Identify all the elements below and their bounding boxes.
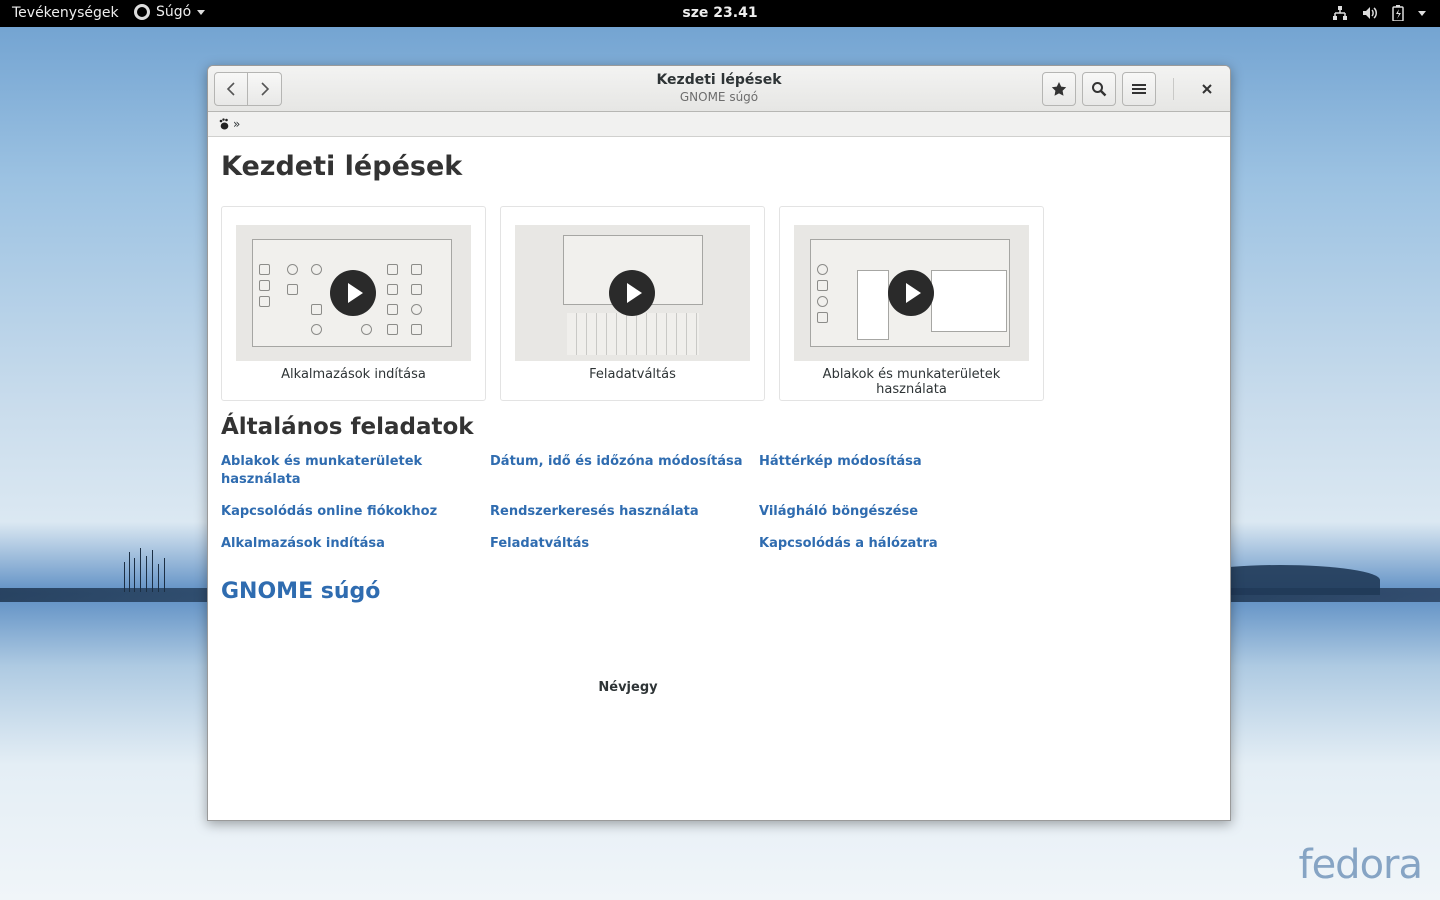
tasks-heading: Általános feladatok (221, 414, 474, 440)
system-status-area[interactable] (1332, 5, 1426, 21)
navigation-buttons (214, 72, 282, 106)
task-link[interactable]: Ablakok és munkaterületek használata (221, 453, 490, 489)
search-icon (1092, 82, 1107, 97)
task-link[interactable]: Világháló böngészése (759, 503, 1028, 521)
fedora-logo: fedora (1298, 842, 1423, 888)
breadcrumb: » (208, 112, 1230, 137)
back-icon (226, 82, 235, 96)
chevron-down-icon (197, 9, 206, 15)
task-link[interactable]: Háttérkép módosítása (759, 453, 1028, 489)
play-icon[interactable] (609, 270, 655, 316)
breadcrumb-separator: » (233, 117, 241, 131)
app-menu-button[interactable]: Súgó (134, 4, 206, 20)
video-label: Alkalmazások indítása (281, 367, 426, 382)
help-window: Kezdeti lépések GNOME súgó » Kezdeti lép… (207, 65, 1231, 821)
task-link[interactable]: Feladatváltás (490, 535, 759, 553)
battery-icon (1392, 5, 1404, 21)
video-label: Ablakok és munkaterületek használata (822, 367, 1001, 397)
wallpaper-trees (120, 548, 170, 592)
task-link[interactable]: Kapcsolódás a hálózatra (759, 535, 1028, 553)
activities-button[interactable]: Tevékenységek (12, 5, 119, 21)
volume-icon (1362, 5, 1378, 21)
top-bar: Tevékenységek Súgó sze 23.41 (0, 0, 1440, 27)
page-content: Kezdeti lépések Alkalmazások indítása Fe… (208, 137, 1230, 618)
back-button[interactable] (214, 72, 248, 106)
task-link[interactable]: Kapcsolódás online fiókokhoz (221, 503, 490, 521)
page-title: Kezdeti lépések (221, 151, 463, 182)
video-card-switch-tasks[interactable]: Feladatváltás (500, 206, 765, 401)
video-label: Feladatváltás (589, 367, 676, 382)
video-thumbnail (515, 225, 750, 361)
video-thumbnail (236, 225, 471, 361)
video-thumbnail (794, 225, 1029, 361)
forward-button[interactable] (248, 72, 282, 106)
task-link[interactable]: Rendszerkeresés használata (490, 503, 759, 521)
app-menu-label: Súgó (156, 4, 192, 20)
play-icon[interactable] (330, 270, 376, 316)
close-button[interactable] (1196, 78, 1218, 100)
about-link[interactable]: Névjegy (208, 680, 1048, 695)
help-lifebuoy-icon (134, 4, 150, 20)
task-link[interactable]: Alkalmazások indítása (221, 535, 490, 553)
clock-button[interactable]: sze 23.41 (682, 5, 757, 21)
video-cards: Alkalmazások indítása Feladatváltás Abla… (221, 206, 1217, 401)
bookmark-button[interactable] (1042, 72, 1076, 106)
bookmark-icon (1051, 82, 1067, 96)
header-bar: Kezdeti lépések GNOME súgó (208, 66, 1230, 112)
close-icon (1202, 84, 1212, 94)
video-card-windows-workspaces[interactable]: Ablakok és munkaterületek használata (779, 206, 1044, 401)
task-link[interactable]: Dátum, idő és időzóna módosítása (490, 453, 759, 489)
search-button[interactable] (1082, 72, 1116, 106)
tasks-link-grid: Ablakok és munkaterületek használata Dát… (221, 453, 1217, 553)
network-icon (1332, 5, 1348, 21)
gnome-foot-icon[interactable] (219, 118, 229, 130)
system-menu-caret-icon (1418, 10, 1426, 16)
forward-icon (260, 82, 269, 96)
play-icon[interactable] (888, 270, 934, 316)
gnome-help-link[interactable]: GNOME súgó (221, 579, 1217, 604)
menu-icon (1132, 84, 1146, 94)
menu-button[interactable] (1122, 72, 1156, 106)
video-card-launch-apps[interactable]: Alkalmazások indítása (221, 206, 486, 401)
header-separator (1173, 78, 1174, 100)
